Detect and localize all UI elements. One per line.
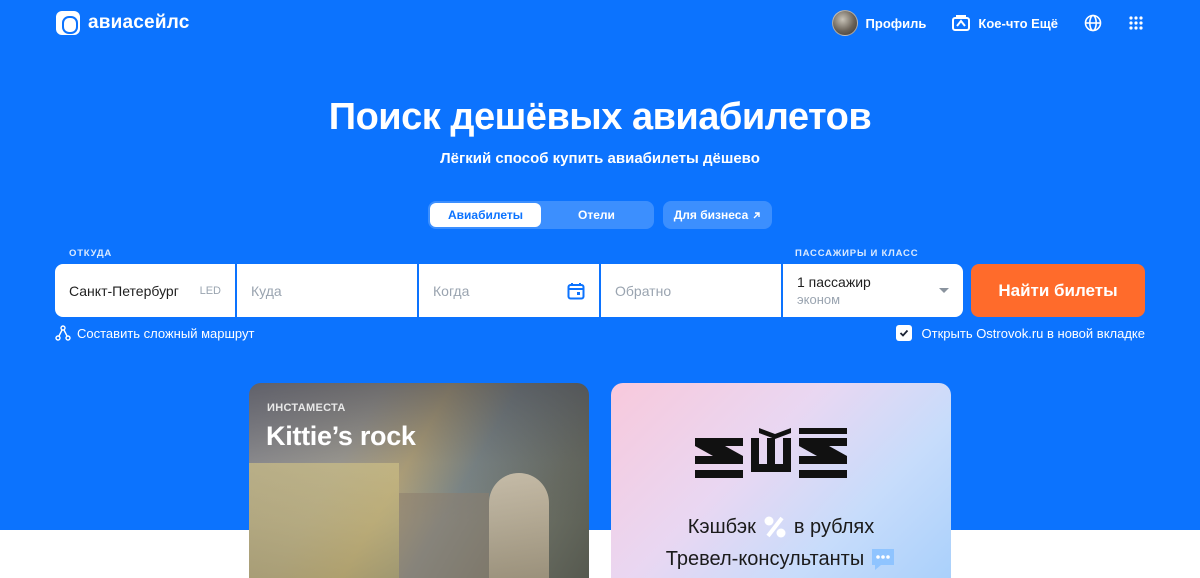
business-link[interactable]: Для бизнеса xyxy=(663,201,772,229)
travel-class: эконом xyxy=(797,292,841,307)
percent-icon xyxy=(764,516,786,538)
tab-flights[interactable]: Авиабилеты xyxy=(430,203,541,227)
ostrovok-option[interactable]: Открыть Ostrovok.ru в новой вкладке xyxy=(895,325,1145,341)
external-arrow-icon xyxy=(753,211,760,218)
apps-menu-button[interactable] xyxy=(1128,9,1144,37)
from-label: ОТКУДА xyxy=(69,248,113,259)
passengers-label: ПАССАЖИРЫ И КЛАСС xyxy=(795,248,919,259)
origin-field[interactable]: Санкт-Петербург LED xyxy=(55,264,235,317)
consultants-line: Тревел-консультанты xyxy=(611,546,951,572)
logo-icon xyxy=(56,11,80,35)
page-title: Поиск дешёвых авиабилетов xyxy=(328,96,872,138)
origin-value: Санкт-Петербург xyxy=(69,282,179,299)
logo[interactable]: авиасейлс xyxy=(56,11,190,35)
grid-icon xyxy=(1129,16,1143,30)
cashback-line: Кэшбэк в рублях xyxy=(611,514,951,540)
more-label: Кое-что Ещё xyxy=(978,15,1058,31)
logo-text: авиасейлс xyxy=(88,12,190,33)
photo-building xyxy=(249,463,399,578)
avatar xyxy=(831,10,858,36)
calendar-icon[interactable] xyxy=(567,282,585,300)
tickets-icon xyxy=(952,15,971,31)
passengers-select[interactable]: 1 пассажир эконом xyxy=(783,264,963,317)
search-button[interactable]: Найти билеты xyxy=(971,264,1145,317)
checkmark-icon xyxy=(899,329,908,337)
chat-icon xyxy=(872,549,895,570)
brand-logo-icon xyxy=(695,428,847,478)
cashback-text: Кэшбэк xyxy=(687,515,756,538)
page-background xyxy=(0,530,1200,578)
destination-field[interactable]: Куда xyxy=(237,264,417,317)
chevron-down-icon xyxy=(939,288,949,293)
destination-placeholder: Куда xyxy=(251,282,282,299)
language-button[interactable] xyxy=(1084,9,1102,37)
cashback-rubles-text: в рублях xyxy=(793,515,875,538)
complex-route-link[interactable]: Составить сложный маршрут xyxy=(55,325,254,341)
consultants-text: Тревел-консультанты xyxy=(665,547,865,570)
search-type-tabs: Авиабилеты Отели xyxy=(428,201,654,229)
photo-people xyxy=(489,473,549,578)
departure-date-placeholder: Когда xyxy=(433,282,470,299)
origin-code: LED xyxy=(199,284,221,297)
page-subtitle: Лёгкий способ купить авиабилеты дёшево xyxy=(440,150,760,167)
search-form: Санкт-Петербург LED Куда Когда Обратно 1… xyxy=(55,264,963,317)
business-link-label: Для бизнеса xyxy=(673,208,749,222)
departure-date-field[interactable]: Когда xyxy=(419,264,599,317)
passengers-count: 1 пассажир xyxy=(797,274,871,290)
ostrovok-checkbox[interactable] xyxy=(895,325,912,341)
route-icon xyxy=(55,325,71,341)
tab-hotels[interactable]: Отели xyxy=(541,203,652,227)
return-date-placeholder: Обратно xyxy=(615,282,672,299)
profile-label: Профиль xyxy=(865,15,927,31)
ostrovok-label: Открыть Ostrovok.ru в новой вкладке xyxy=(921,325,1145,341)
top-navigation: Профиль Кое-что Ещё xyxy=(806,9,1144,37)
cashback-card[interactable]: Кэшбэк в рублях Тревел-консультанты xyxy=(611,383,951,578)
globe-icon xyxy=(1084,14,1102,32)
return-date-field[interactable]: Обратно xyxy=(601,264,781,317)
card-title: Kittie’s rock xyxy=(266,421,416,451)
card-tag: ИНСТАМЕСТА xyxy=(267,402,346,414)
photo-roofs xyxy=(399,493,489,578)
instaplaces-card[interactable]: ИНСТАМЕСТА Kittie’s rock xyxy=(249,383,589,578)
more-menu[interactable]: Кое-что Ещё xyxy=(952,9,1058,37)
profile-link[interactable]: Профиль xyxy=(831,9,927,37)
complex-route-label: Составить сложный маршрут xyxy=(77,325,255,341)
